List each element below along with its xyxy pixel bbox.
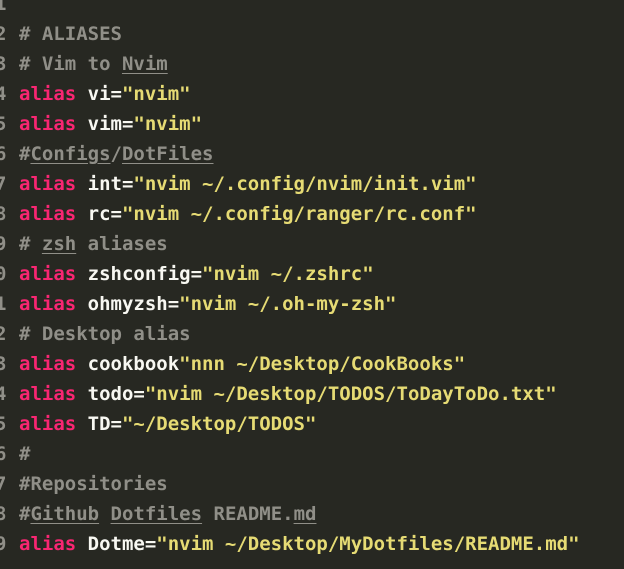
keyword-token: alias <box>19 113 77 135</box>
line-content: alias cookbook"nnn ~/Desktop/CookBooks" <box>19 349 465 379</box>
comment-token <box>99 503 110 525</box>
line-number: 3 <box>0 53 7 75</box>
comment-token: zsh <box>41 233 77 255</box>
comment-token: # Vim to <box>19 53 122 75</box>
line-number: 6 <box>0 443 7 465</box>
string-token: "~/Desktop/TODOS" <box>121 413 317 435</box>
line-content: #Github Dotfiles README.md <box>19 499 316 529</box>
text-token: todo= <box>76 383 145 405</box>
line-content: # Vim to Nvim <box>19 49 168 79</box>
keyword-token: alias <box>19 203 77 225</box>
text-token: rc= <box>76 203 122 225</box>
string-token: "nvim ~/.config/ranger/rc.conf" <box>121 203 477 225</box>
line-number: 5 <box>0 413 7 435</box>
line-content: alias TD="~/Desktop/TODOS" <box>19 409 316 439</box>
line-content: # zsh aliases <box>19 229 168 259</box>
comment-token: # <box>19 503 31 525</box>
string-token: "nvim ~/.zshrc" <box>202 263 374 285</box>
keyword-token: alias <box>19 383 77 405</box>
line-content: #Repositories <box>19 469 168 499</box>
text-token: int= <box>76 173 134 195</box>
text-token: ohmyzsh= <box>76 293 180 315</box>
text-token: cookbook <box>76 353 180 375</box>
code-editor[interactable]: 1 2 # ALIASES 3 # Vim to Nvim 4 alias vi="nvim… <box>0 0 624 569</box>
line-number: 4 <box>0 383 7 405</box>
line-content: # ALIASES <box>19 19 122 49</box>
line-content: #Configs/DotFiles <box>19 139 214 169</box>
keyword-token: alias <box>19 413 77 435</box>
comment-token: # <box>19 233 42 255</box>
comment-token: aliases <box>76 233 168 255</box>
keyword-token: alias <box>19 173 77 195</box>
line-number: 7 <box>0 173 7 195</box>
line-content: alias vi="nvim" <box>19 79 191 109</box>
line-number: 9 <box>0 533 7 555</box>
comment-token: # Desktop alias <box>19 323 191 345</box>
line-number: 7 <box>0 473 7 495</box>
string-token: "nvim ~/.config/nvim/init.vim" <box>133 173 477 195</box>
comment-token: Nvim <box>121 53 168 75</box>
comment-token: DotFiles <box>121 143 214 165</box>
text-token: Dotme= <box>76 533 157 555</box>
line-content: # <box>19 439 30 469</box>
keyword-token: alias <box>19 533 77 555</box>
keyword-token: alias <box>19 353 77 375</box>
comment-token: md <box>293 503 317 525</box>
comment-token: #Repositories <box>19 473 168 495</box>
line-number: 2 <box>0 323 7 345</box>
line-number: 8 <box>0 203 7 225</box>
string-token: "nvim ~/Desktop/MyDotfiles/README.md" <box>156 533 580 555</box>
line-number: 8 <box>0 503 7 525</box>
line-content: alias zshconfig="nvim ~/.zshrc" <box>19 259 374 289</box>
line-content: alias int="nvim ~/.config/nvim/init.vim" <box>19 169 477 199</box>
line-number: 2 <box>0 23 7 45</box>
keyword-token: alias <box>19 293 77 315</box>
comment-token: / <box>110 143 122 165</box>
comment-token: Github <box>30 503 100 525</box>
line-number: 1 <box>0 0 7 15</box>
line-content: alias Dotme="nvim ~/Desktop/MyDotfiles/R… <box>19 529 580 559</box>
keyword-token: alias <box>19 83 77 105</box>
line-number: 3 <box>0 353 7 375</box>
line-number: 6 <box>0 143 7 165</box>
text-token: TD= <box>76 413 122 435</box>
comment-token: # <box>19 443 31 465</box>
line-number: 5 <box>0 113 7 135</box>
comment-token: Configs <box>30 143 111 165</box>
string-token: "nvim" <box>133 113 203 135</box>
keyword-token: alias <box>19 263 77 285</box>
comment-token: # ALIASES <box>19 23 122 45</box>
line-number: 1 <box>0 293 7 315</box>
line-content: alias vim="nvim" <box>19 109 202 139</box>
comment-token: README. <box>202 503 294 525</box>
line-number: 9 <box>0 233 7 255</box>
string-token: "nnn ~/Desktop/CookBooks" <box>179 353 466 375</box>
line-content: alias ohmyzsh="nvim ~/.oh-my-zsh" <box>19 289 397 319</box>
string-token: "nvim" <box>121 83 191 105</box>
line-content: alias rc="nvim ~/.config/ranger/rc.conf" <box>19 199 477 229</box>
line-number: 0 <box>0 263 7 285</box>
text-token: vi= <box>76 83 122 105</box>
text-token: zshconfig= <box>76 263 203 285</box>
line-content: alias todo="nvim ~/Desktop/TODOS/ToDayTo… <box>19 379 557 409</box>
comment-token: Dotfiles <box>110 503 203 525</box>
line-content: # Desktop alias <box>19 319 191 349</box>
string-token: "nvim ~/Desktop/TODOS/ToDayToDo.txt" <box>144 383 557 405</box>
comment-token: # <box>19 143 31 165</box>
string-token: "nvim ~/.oh-my-zsh" <box>179 293 397 315</box>
text-token: vim= <box>76 113 134 135</box>
line-number: 4 <box>0 83 7 105</box>
